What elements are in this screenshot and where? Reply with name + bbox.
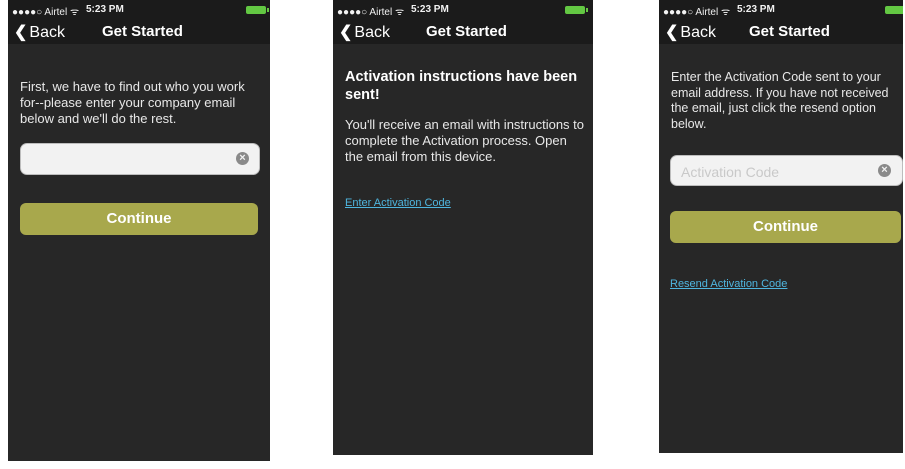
confirmation-body: You'll receive an email with instruction… [345, 117, 585, 164]
resend-activation-code-link[interactable]: Resend Activation Code [670, 278, 787, 290]
back-button[interactable]: ❮ Back [665, 22, 716, 42]
battery-icon [246, 6, 269, 14]
screen-enter-activation-code: ●●●●○ Airtel ᯤ 5:23 PM ❮ Back Get Started… [659, 0, 903, 453]
nav-bar: ❮ Back Get Started [333, 20, 593, 44]
carrier-label: ●●●●○ Airtel ᯤ [12, 7, 80, 18]
screen-enter-email: ●●●●○ Airtel ᯤ 5:23 PM ❮ Back Get Started… [8, 0, 270, 461]
instructions-text: First, we have to find out who you work … [20, 79, 245, 126]
back-button[interactable]: ❮ Back [339, 22, 390, 42]
chevron-left-icon: ❮ [14, 24, 28, 41]
continue-button[interactable]: Continue [670, 211, 901, 243]
email-field[interactable]: × [20, 143, 260, 175]
confirmation-heading: Activation instructions have been sent! [345, 69, 578, 103]
chevron-left-icon: ❮ [339, 24, 353, 41]
instructions-text: Enter the Activation Code sent to your e… [671, 70, 889, 131]
page-title: Get Started [102, 23, 183, 40]
chevron-left-icon: ❮ [665, 24, 679, 41]
back-label: Back [29, 24, 65, 41]
clear-icon[interactable]: × [236, 152, 249, 165]
back-label: Back [680, 24, 716, 41]
page-title: Get Started [749, 23, 830, 40]
status-time: 5:23 PM [411, 4, 449, 15]
page-title: Get Started [426, 23, 507, 40]
status-bar: ●●●●○ Airtel ᯤ 5:23 PM [659, 0, 903, 20]
status-time: 5:23 PM [737, 4, 775, 15]
status-time: 5:23 PM [86, 4, 124, 15]
battery-icon [565, 6, 588, 14]
carrier-label: ●●●●○ Airtel ᯤ [663, 7, 731, 18]
clear-icon[interactable]: × [878, 164, 891, 177]
status-bar: ●●●●○ Airtel ᯤ 5:23 PM [333, 0, 593, 20]
nav-bar: ❮ Back Get Started [659, 20, 903, 44]
continue-button[interactable]: Continue [20, 203, 258, 235]
back-button[interactable]: ❮ Back [14, 22, 65, 42]
activation-code-input[interactable] [679, 161, 853, 183]
carrier-label: ●●●●○ Airtel ᯤ [337, 7, 405, 18]
battery-icon [885, 6, 903, 14]
screen-instructions-sent: ●●●●○ Airtel ᯤ 5:23 PM ❮ Back Get Started… [333, 0, 593, 455]
back-label: Back [354, 24, 390, 41]
status-bar: ●●●●○ Airtel ᯤ 5:23 PM [8, 0, 270, 20]
email-input[interactable] [29, 149, 203, 171]
nav-bar: ❮ Back Get Started [8, 20, 270, 44]
enter-activation-code-link[interactable]: Enter Activation Code [345, 197, 451, 209]
activation-code-field[interactable]: × [670, 155, 903, 186]
